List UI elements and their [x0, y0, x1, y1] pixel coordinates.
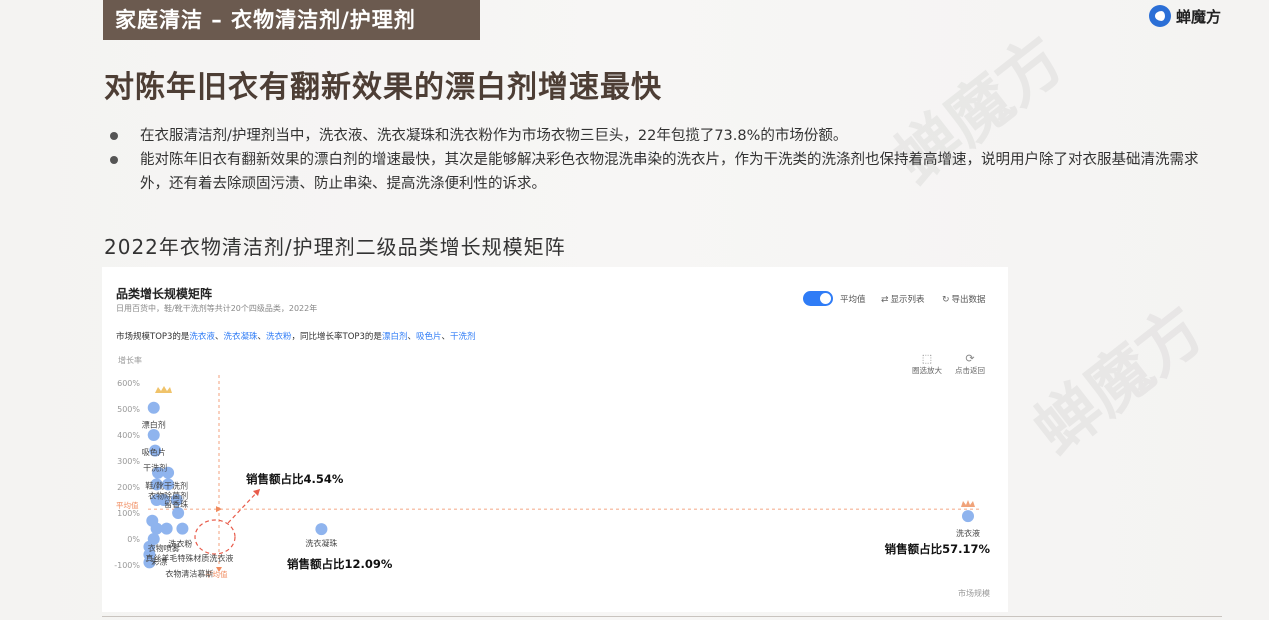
data-point — [147, 401, 160, 414]
y-tick-label: 0% — [127, 535, 140, 544]
y-tick-label: 300% — [117, 457, 140, 466]
y-tick-label: 100% — [117, 509, 140, 518]
data-point-label: 洗衣液 — [956, 528, 980, 538]
x-axis-label: 市场规模 — [958, 588, 990, 598]
data-point — [160, 522, 173, 535]
data-point-label: 彩漂 — [151, 557, 167, 567]
y-tick-label: 500% — [117, 405, 140, 414]
data-point-label: 吸色片 — [142, 447, 166, 457]
data-point-label: 干洗剂 — [143, 463, 167, 473]
share-annotation: 销售额占比4.54% — [246, 472, 344, 486]
section-title: 2022年衣物清洁剂/护理剂二级品类增长规模矩阵 — [104, 235, 566, 259]
data-point — [147, 429, 160, 441]
y-tick-label: 600% — [117, 379, 140, 388]
data-point — [962, 510, 974, 523]
bullet-item: 在衣服清洁剂/护理剂当中，洗衣液、洗衣凝珠和洗衣粉作为市场衣物三巨头，22年包揽… — [108, 124, 1218, 148]
divider — [102, 616, 1222, 617]
watermark: 蝉魔方 — [1021, 292, 1219, 469]
data-point-label: 留香珠 — [164, 499, 188, 509]
avg-growth-label: 平均值 — [116, 500, 139, 510]
header-tag: 家庭清洁 – 衣物清洁剂/护理剂 — [103, 0, 480, 40]
data-point-label: 鞋/靴干洗剂 — [145, 480, 188, 490]
crown-icon — [155, 386, 172, 393]
share-annotation: 销售额占比57.17% — [885, 542, 991, 556]
page-title: 对陈年旧衣有翻新效果的漂白剂增速最快 — [104, 70, 662, 105]
bullet-list: 在衣服清洁剂/护理剂当中，洗衣液、洗衣凝珠和洗衣粉作为市场衣物三巨头，22年包揽… — [108, 124, 1218, 196]
brand-logo: 蝉魔方 — [1148, 5, 1221, 27]
y-tick-label: 200% — [117, 483, 140, 492]
crown-icon — [961, 500, 975, 507]
highlight-circle — [194, 519, 236, 555]
y-tick-label: -100% — [114, 561, 140, 570]
highlight-arrow — [227, 488, 261, 524]
scatter-chart: 增长率 600% 500% 400% 300% 200% 100% 0% -100% 市场规模 平均… — [114, 355, 991, 598]
y-tick-label: 400% — [117, 431, 140, 440]
chart-panel: 品类增长规模矩阵 日用百货中，鞋/靴干洗剂等共计20个四级品类，2022年 市场… — [102, 267, 1008, 612]
data-point — [315, 523, 328, 536]
data-point — [176, 522, 189, 535]
data-point-label: 衣物喷雾 — [148, 543, 180, 553]
data-point-label: 衣物清洁慕斯 — [165, 568, 213, 578]
data-point-label: 衣物除菌剂 — [148, 490, 188, 500]
slide: 蝉魔方 蝉魔方 蝉魔方 蝉魔方 家庭清洁 – 衣物清洁剂/护理剂 蝉魔方 对陈年… — [0, 0, 1269, 620]
bullet-item: 能对陈年旧衣有翻新效果的漂白剂的增速最快，其次是能够解决彩色衣物混洗串染的洗衣片… — [108, 148, 1218, 196]
share-annotation: 销售额占比12.09% — [287, 557, 393, 571]
brand-logo-icon — [1148, 5, 1171, 27]
y-axis-label: 增长率 — [118, 355, 142, 365]
data-point-label: 洗衣凝珠 — [305, 538, 337, 548]
brand-name: 蝉魔方 — [1175, 7, 1221, 26]
data-point-label: 漂白剂 — [142, 420, 166, 430]
